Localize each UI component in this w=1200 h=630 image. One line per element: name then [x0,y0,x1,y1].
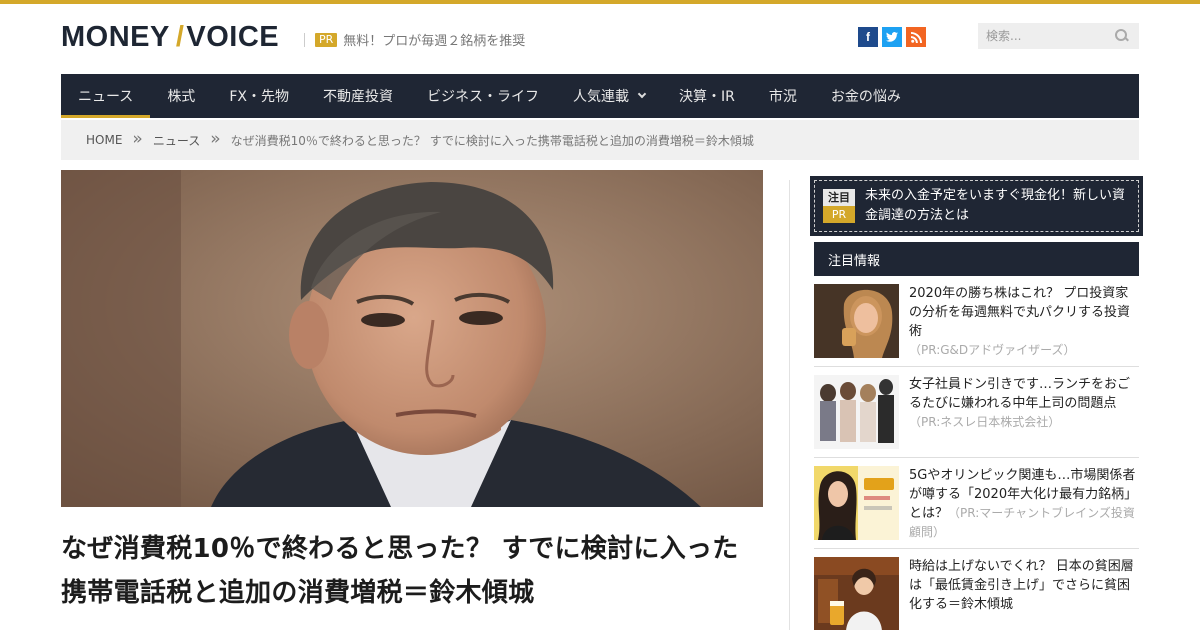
breadcrumb-category[interactable]: ニュース [153,132,200,149]
column-divider [789,180,790,630]
nav-item-popular-series-label: 人気連載 [572,89,629,105]
sidebar-item-headline: 女子社員ドン引きです…ランチをおごるたびに嫌われる中年上司の問題点 [909,377,1131,411]
article-title[interactable]: なぜ消費税10％で終わると思った？ すでに検討に入った携帯電話税と追加の消費増税… [61,527,763,615]
sidebar-item-sponsor: （PR:G&Dアドヴァイザーズ） [909,343,1076,357]
search-icon[interactable] [1115,29,1129,43]
sidebar-list-item[interactable]: 女子社員ドン引きです…ランチをおごるたびに嫌われる中年上司の問題点 （PR:ネス… [814,375,1139,449]
sidebar-item-text: 5Gやオリンピック関連も…市場関係者が噂する「2020年大化け最有力銘柄」とは？… [909,466,1139,542]
notice-tags: 注目 PR [823,189,855,223]
social-links: f [858,27,926,47]
logo-text-voice: VOICE [186,20,280,53]
breadcrumb: HOME » ニュース » なぜ消費税10％で終わると思った？ すでに検討に入っ… [61,120,1139,160]
top-accent-stripe [0,0,1200,4]
nav-item-stocks[interactable]: 株式 [150,74,212,118]
breadcrumb-separator: » [210,129,221,149]
chevron-down-icon [637,89,647,99]
site-logo[interactable]: MONEY / VOICE [61,20,279,54]
sidebar-item-thumbnail [814,557,899,630]
main-nav: ニュース 株式 FX・先物 不動産投資 ビジネス・ライフ 人気連載 決算・IR … [61,74,1139,118]
breadcrumb-home[interactable]: HOME [86,133,122,147]
notice-pr-tag: PR [823,206,855,223]
notice-tag: 注目 [823,189,855,206]
sidebar-list-item[interactable]: 時給は上げないでくれ？ 日本の貧困層は「最低賃金引き上げ」でさらに貧困化する＝鈴… [814,557,1139,630]
header-divider [304,32,305,47]
sidebar-divider [814,366,1139,367]
sidebar-list-item[interactable]: 2020年の勝ち株はこれ？ プロ投資家の分析を毎週無料で丸パクリする投資術 （P… [814,284,1139,360]
logo-text-money: MONEY [61,20,170,53]
sidebar-section-title: 注目情報 [814,242,1139,276]
nav-item-news[interactable]: ニュース [61,74,151,118]
sidebar-item-text: 女子社員ドン引きです…ランチをおごるたびに嫌われる中年上司の問題点 （PR:ネス… [909,375,1139,449]
notice-text: 未来の入金予定をいますぐ現金化！新しい資金調達の方法とは [865,188,1126,223]
sidebar-item-text: 時給は上げないでくれ？ 日本の貧困層は「最低賃金引き上げ」でさらに貧困化する＝鈴… [909,557,1139,630]
nav-item-fx[interactable]: FX・先物 [212,74,306,118]
twitter-icon[interactable] [882,27,902,47]
sidebar-item-headline: 時給は上げないでくれ？ 日本の貧困層は「最低賃金引き上げ」でさらに貧困化する＝鈴… [909,559,1134,612]
nav-item-money-worries[interactable]: お金の悩み [814,74,918,118]
nav-item-market[interactable]: 市況 [752,74,814,118]
header-pr-text: 無料！プロが毎週２銘柄を推奨 [343,34,526,49]
sidebar-list-item[interactable]: 5Gやオリンピック関連も…市場関係者が噂する「2020年大化け最有力銘柄」とは？… [814,466,1139,542]
nav-item-earnings-ir[interactable]: 決算・IR [662,74,752,118]
facebook-icon[interactable]: f [858,27,878,47]
sidebar-divider [814,457,1139,458]
sidebar-item-thumbnail [814,284,899,358]
sidebar-item-sponsor: （PR:ネスレ日本株式会社） [909,415,1061,429]
nav-item-business-life[interactable]: ビジネス・ライフ [410,74,556,118]
header-pr-link[interactable]: PR 無料！プロが毎週２銘柄を推奨 [304,30,525,49]
nav-item-popular-series[interactable]: 人気連載 [556,74,662,118]
pr-badge: PR [315,32,338,47]
sidebar-notice[interactable]: 注目 PR 未来の入金予定をいますぐ現金化！新しい資金調達の方法とは [810,176,1143,236]
sidebar-item-headline: 2020年の勝ち株はこれ？ プロ投資家の分析を毎週無料で丸パクリする投資術 [909,286,1131,339]
sidebar-item-thumbnail [814,466,899,540]
logo-slash: / [175,20,185,53]
sidebar-item-thumbnail [814,375,899,449]
sidebar-notice-inner: 注目 PR 未来の入金予定をいますぐ現金化！新しい資金調達の方法とは [814,180,1139,232]
breadcrumb-separator: » [132,129,143,149]
article-hero-image [61,170,763,507]
search-box [978,23,1139,49]
breadcrumb-current: なぜ消費税10％で終わると思った？ すでに検討に入った携帯電話税と追加の消費増税… [230,133,754,148]
rss-icon[interactable] [906,27,926,47]
sidebar-item-text: 2020年の勝ち株はこれ？ プロ投資家の分析を毎週無料で丸パクリする投資術 （P… [909,284,1139,360]
sidebar-divider [814,548,1139,549]
nav-item-real-estate[interactable]: 不動産投資 [306,74,410,118]
portrait-illustration [61,170,763,507]
search-input[interactable] [986,29,1096,43]
